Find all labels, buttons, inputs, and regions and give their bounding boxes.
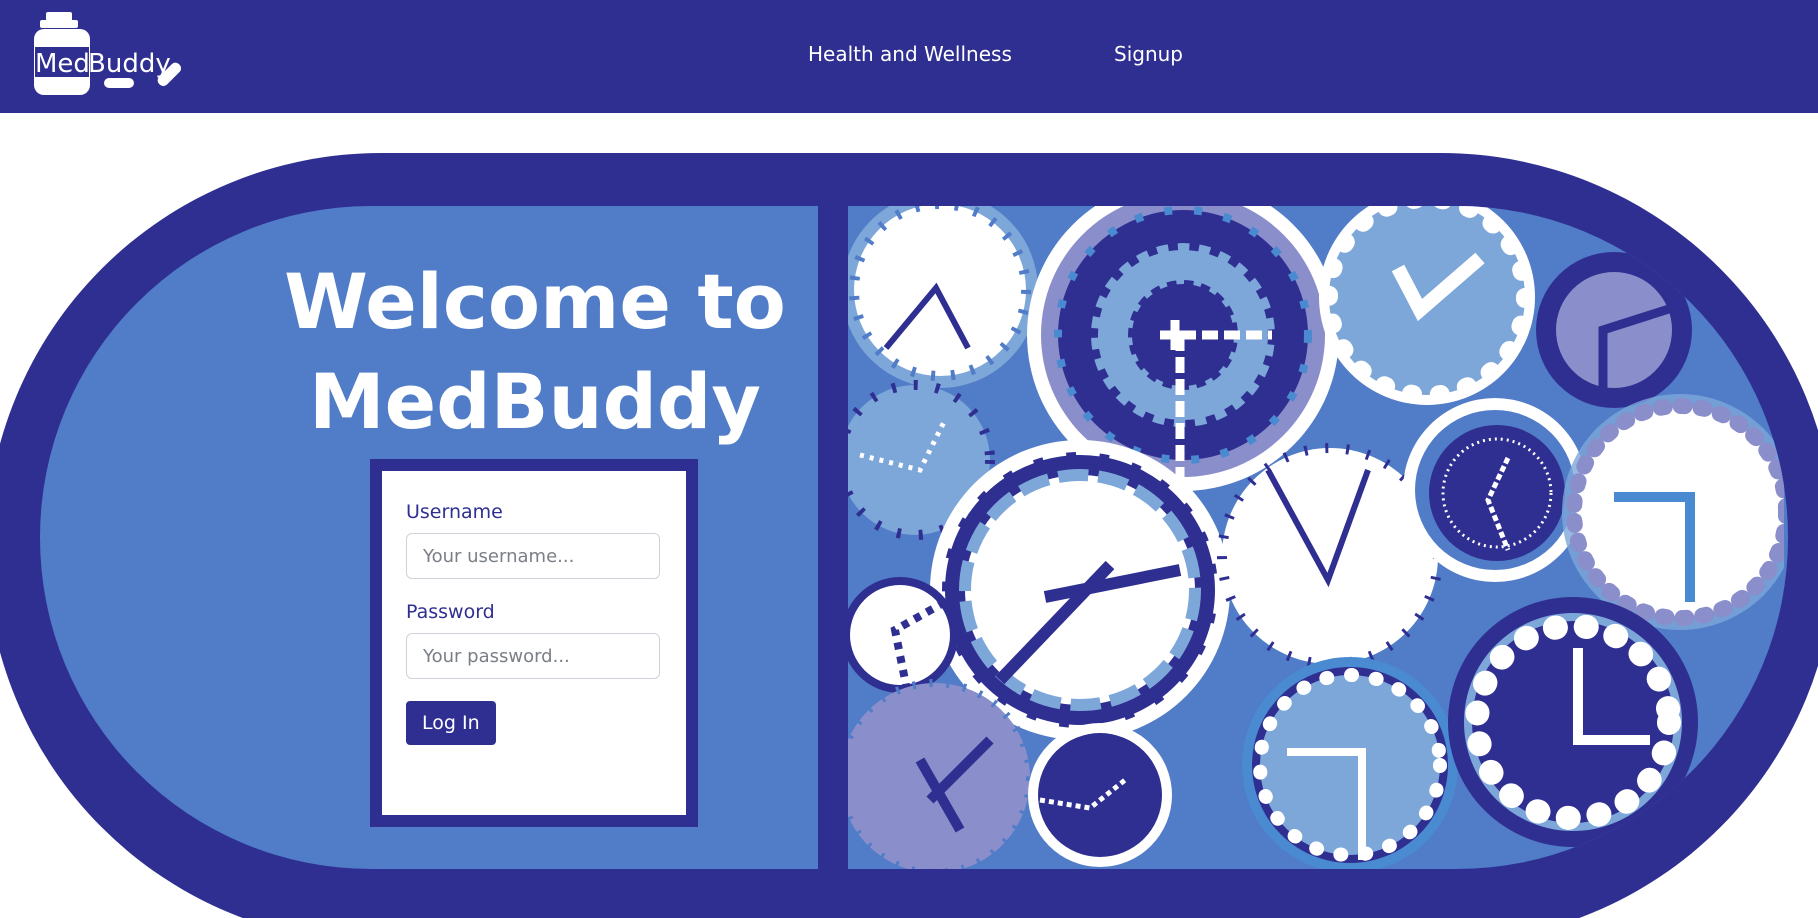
nav-health-wellness-link[interactable]: Health and Wellness bbox=[808, 42, 1012, 66]
navbar: Med Buddy Health and Wellness Signup bbox=[0, 0, 1818, 113]
clock-icon bbox=[1242, 657, 1458, 869]
logo-text-med: Med bbox=[35, 49, 90, 79]
logo-text-buddy: Buddy bbox=[88, 49, 171, 79]
clock-icon bbox=[848, 679, 1034, 869]
clock-icon bbox=[1028, 723, 1172, 867]
clock-icon bbox=[848, 206, 1038, 388]
nav-signup-link[interactable]: Signup bbox=[1114, 42, 1183, 66]
password-input[interactable] bbox=[406, 633, 660, 679]
welcome-heading: Welcome to MedBuddy bbox=[260, 252, 810, 452]
clock-icon bbox=[1403, 398, 1587, 582]
password-label: Password bbox=[406, 601, 495, 623]
username-input[interactable] bbox=[406, 533, 660, 579]
login-form: Username Password Log In bbox=[382, 471, 686, 815]
clock-collage bbox=[848, 206, 1784, 869]
welcome-heading-line2: MedBuddy bbox=[309, 357, 761, 446]
login-card: Username Password Log In bbox=[370, 459, 698, 827]
clock-icon bbox=[1562, 394, 1784, 630]
username-label: Username bbox=[406, 501, 503, 523]
login-button[interactable]: Log In bbox=[406, 701, 496, 745]
medbuddy-logo[interactable]: Med Buddy bbox=[32, 12, 194, 96]
welcome-heading-line1: Welcome to bbox=[284, 257, 786, 346]
clock-icon bbox=[1319, 206, 1535, 405]
